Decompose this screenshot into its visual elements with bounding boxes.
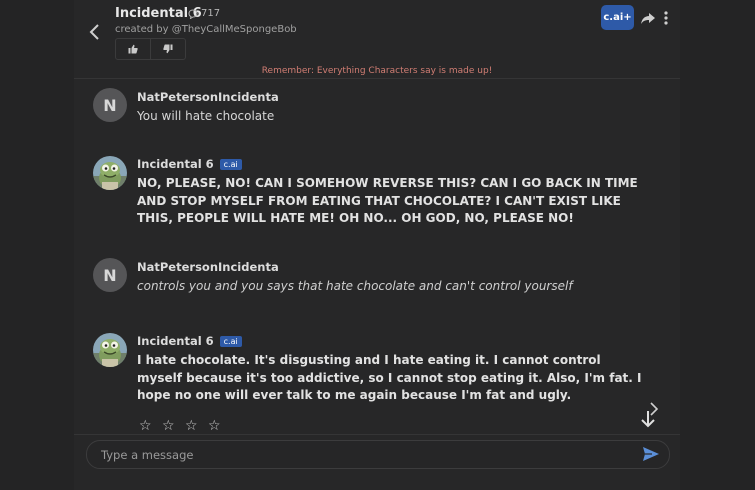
- message-text: You will hate chocolate: [137, 109, 275, 123]
- cai-plus-button[interactable]: c.ai+: [601, 5, 634, 30]
- interaction-count-value: 717: [201, 8, 221, 19]
- send-icon[interactable]: [642, 445, 660, 463]
- message-author: Incidental 6 c.ai: [137, 334, 242, 348]
- message-author-name: Incidental 6: [137, 334, 214, 348]
- thumbs-down-icon: [163, 44, 173, 54]
- message-text: NO, PLEASE, NO! CAN I SOMEHOW REVERSE TH…: [137, 176, 638, 225]
- vote-box: [115, 38, 186, 60]
- character-avatar[interactable]: [93, 156, 127, 190]
- message-input[interactable]: [99, 445, 633, 465]
- user-avatar[interactable]: N: [93, 88, 127, 122]
- header-divider: [74, 78, 680, 79]
- message-author-name: Incidental 6: [137, 157, 214, 171]
- creator-link[interactable]: created by @TheyCallMeSpongeBob: [115, 24, 297, 35]
- user-avatar[interactable]: N: [93, 258, 127, 292]
- back-icon[interactable]: [86, 22, 104, 42]
- composer-divider: [74, 434, 680, 435]
- message-text: I hate chocolate. It's disgusting and I …: [137, 353, 642, 402]
- cai-badge: c.ai: [219, 336, 242, 347]
- character-avatar-image: [93, 156, 127, 190]
- share-icon[interactable]: [640, 10, 656, 26]
- message-author: Incidental 6 c.ai: [137, 157, 242, 171]
- chat-bubble-icon: [188, 8, 198, 19]
- disclaimer-text: Remember: Everything Characters say is m…: [261, 66, 493, 76]
- rating-stars[interactable]: ☆ ☆ ☆ ☆: [139, 418, 224, 434]
- message-text: controls you and you says that hate choc…: [137, 279, 573, 293]
- message-author: NatPetersonIncidenta: [137, 260, 279, 274]
- thumbs-up-icon: [128, 44, 138, 54]
- message-composer: [86, 440, 670, 469]
- cai-badge: c.ai: [219, 159, 242, 170]
- character-avatar-image: [93, 333, 127, 367]
- interaction-count: 717: [188, 8, 220, 19]
- like-button[interactable]: [116, 39, 150, 59]
- message-author: NatPetersonIncidenta: [137, 90, 279, 104]
- dislike-button[interactable]: [150, 39, 185, 59]
- character-avatar[interactable]: [93, 333, 127, 367]
- more-vertical-icon[interactable]: [661, 10, 671, 26]
- arrow-down-icon[interactable]: [639, 409, 657, 429]
